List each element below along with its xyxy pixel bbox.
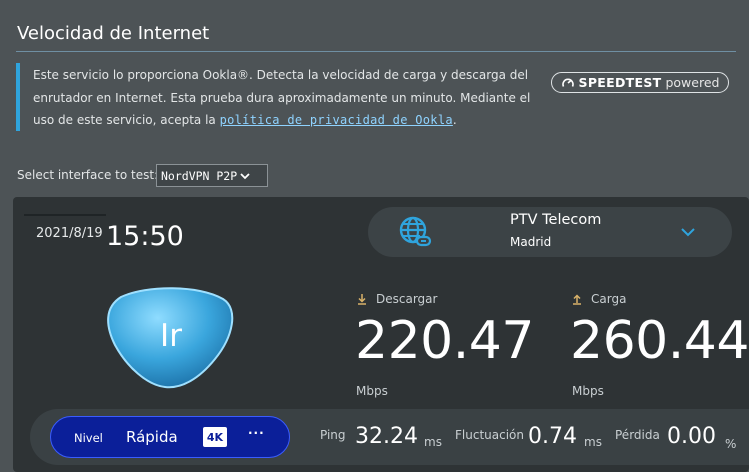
interface-label: Select interface to test:	[17, 168, 159, 182]
ping-label: Ping	[320, 428, 346, 442]
chevron-down-icon[interactable]	[679, 225, 697, 239]
jitter-unit: ms	[584, 435, 602, 449]
go-button-label: Ir	[160, 318, 182, 354]
page-title: Velocidad de Internet	[17, 23, 210, 44]
level-label: Nivel	[74, 431, 103, 445]
title-divider	[16, 51, 736, 52]
download-label: Descargar	[376, 292, 438, 306]
download-label-row: Descargar	[356, 292, 437, 306]
jitter-value: 0.74	[528, 424, 577, 449]
notice-accent-bar	[16, 63, 20, 131]
upload-label: Carga	[591, 292, 627, 306]
download-unit: Mbps	[356, 384, 388, 398]
ping-unit: ms	[424, 435, 442, 449]
speedtest-brand: SPEEDTEST	[578, 75, 662, 90]
date-divider	[24, 214, 106, 216]
level-value: Rápida	[126, 428, 178, 446]
service-notice: Este servicio lo proporciona Ookla®. Det…	[33, 64, 538, 132]
upload-label-row: Carga	[571, 292, 626, 306]
download-value: 220.47	[355, 311, 534, 371]
notice-text-end: .	[452, 113, 457, 127]
test-time: 15:50	[106, 221, 184, 252]
upload-value: 260.44	[570, 311, 749, 371]
privacy-policy-link[interactable]: política de privacidad de Ookla	[220, 113, 453, 127]
interface-select[interactable]: NordVPN P2P	[156, 164, 268, 187]
loss-value: 0.00	[667, 424, 716, 449]
ping-value: 32.24	[355, 424, 418, 449]
interface-selected-value: NordVPN P2P	[161, 168, 238, 183]
upload-unit: Mbps	[572, 384, 604, 398]
test-date: 2021/8/19	[36, 226, 103, 241]
4k-badge: 4K	[203, 427, 227, 447]
upload-arrow-icon	[573, 294, 581, 305]
download-arrow-icon	[358, 294, 366, 305]
speedtest-badge: SPEEDTEST powered	[551, 72, 729, 93]
select-chevron-icon	[240, 172, 250, 179]
more-options-button[interactable]: ···	[248, 426, 265, 440]
speedtest-gauge-icon	[561, 78, 574, 87]
server-city: Madrid	[510, 235, 552, 249]
server-provider: PTV Telecom	[510, 212, 602, 228]
loss-label: Pérdida	[615, 428, 660, 442]
speedtest-powered: powered	[665, 75, 720, 90]
loss-unit: %	[725, 437, 737, 451]
jitter-label: Fluctuación	[455, 428, 524, 442]
globe-link-icon	[399, 216, 432, 247]
